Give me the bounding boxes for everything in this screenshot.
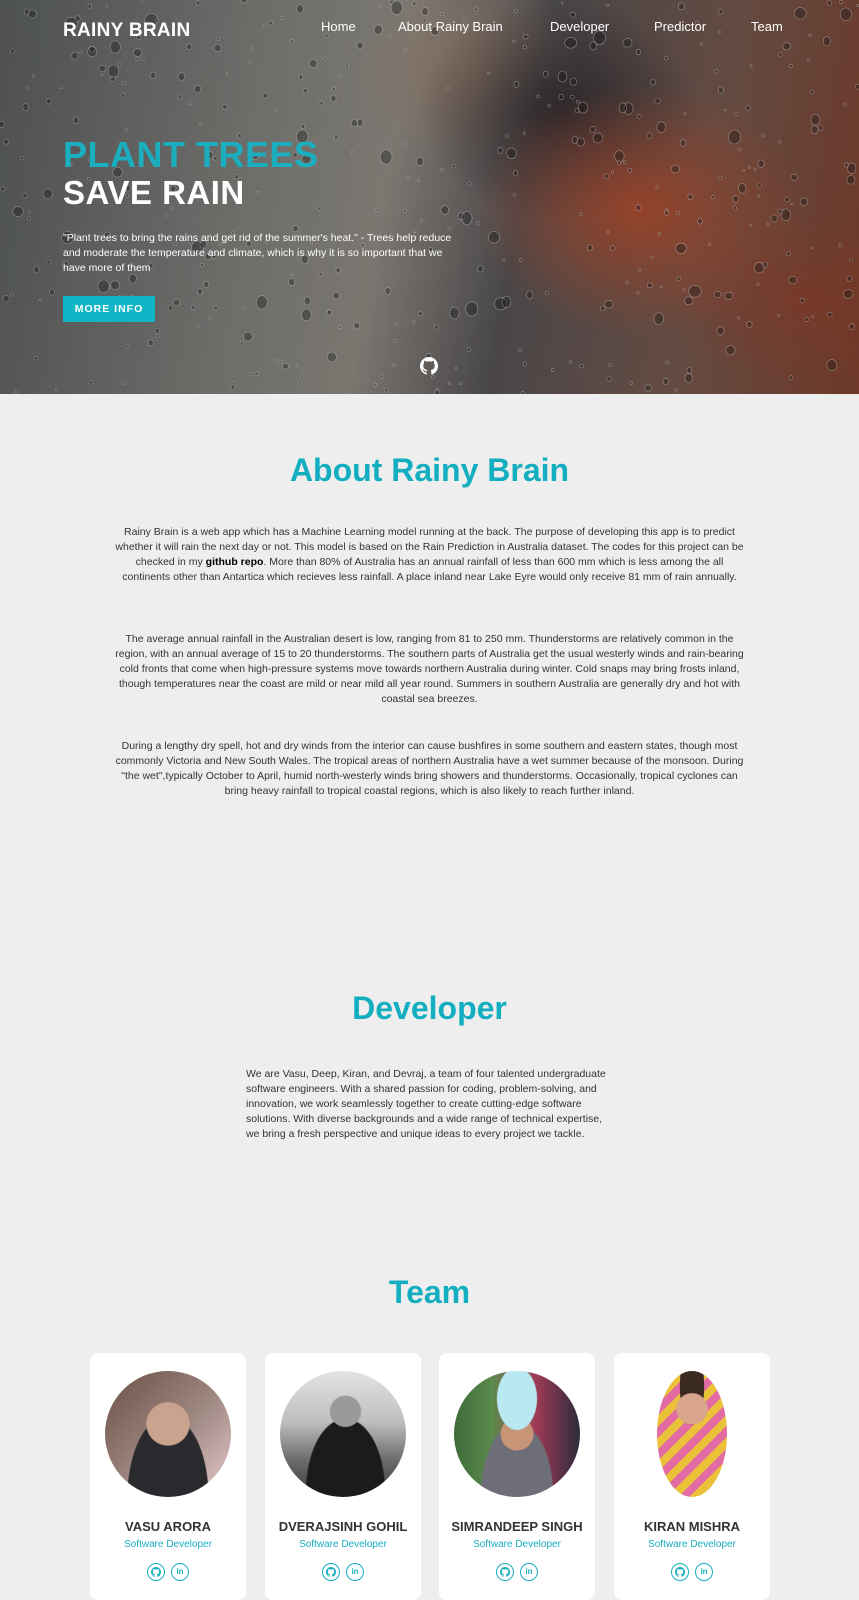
about-paragraph-3: During a lengthy dry spell, hot and dry …: [115, 740, 744, 797]
social-links: in: [265, 1563, 421, 1583]
team-card-vasu: VASU ARORA Software Developer in: [90, 1353, 246, 1600]
linkedin-icon[interactable]: in: [346, 1563, 364, 1581]
github-icon[interactable]: [496, 1563, 514, 1581]
github-repo-link[interactable]: github repo: [206, 556, 264, 568]
nav-about[interactable]: About Rainy Brain: [398, 19, 503, 34]
nav-predictor[interactable]: Predictor: [654, 19, 706, 34]
social-links: in: [614, 1563, 770, 1583]
team-card-kiran: KIRAN MISHRA Software Developer in: [614, 1353, 770, 1600]
about-title: About Rainy Brain: [289, 452, 570, 488]
member-role: Software Developer: [473, 1539, 561, 1550]
member-name: VASU ARORA: [125, 1519, 211, 1534]
nav-developer[interactable]: Developer: [550, 19, 609, 34]
github-icon[interactable]: [671, 1563, 689, 1581]
linkedin-icon[interactable]: in: [695, 1563, 713, 1581]
avatar: [657, 1371, 727, 1497]
social-links: in: [90, 1563, 246, 1583]
hero-headline-primary: PLANT TREES: [63, 134, 319, 175]
more-info-button[interactable]: MORE INFO: [63, 296, 155, 322]
team-title: Team: [388, 1274, 471, 1310]
social-links: in: [439, 1563, 595, 1583]
member-name: KIRAN MISHRA: [643, 1519, 741, 1534]
hero-headline-secondary: SAVE RAIN: [63, 174, 245, 211]
nav-team[interactable]: Team: [751, 19, 783, 34]
about-paragraph-2: The average annual rainfall in the Austr…: [115, 633, 744, 705]
member-role: Software Developer: [299, 1539, 387, 1550]
about-paragraph-1: Rainy Brain is a web app which has a Mac…: [115, 525, 744, 585]
member-name: SIMRANDEEP SINGH: [451, 1519, 583, 1534]
github-icon[interactable]: [147, 1563, 165, 1581]
team-card-dverajsinh: DVERAJSINH GOHIL Software Developer in: [265, 1353, 421, 1600]
developer-title: Developer: [352, 990, 507, 1026]
member-role: Software Developer: [648, 1539, 736, 1550]
linkedin-icon[interactable]: in: [171, 1563, 189, 1581]
team-card-simrandeep: SIMRANDEEP SINGH Software Developer in: [439, 1353, 595, 1600]
github-icon[interactable]: [322, 1563, 340, 1581]
linkedin-icon[interactable]: in: [520, 1563, 538, 1581]
developer-description: We are Vasu, Deep, Kiran, and Devraj, a …: [246, 1068, 606, 1140]
main-nav: Home About Rainy Brain Developer Predict…: [0, 19, 859, 41]
member-role: Software Developer: [124, 1539, 212, 1550]
member-name: DVERAJSINH GOHIL: [278, 1519, 408, 1534]
avatar: [454, 1371, 580, 1497]
avatar: [105, 1371, 231, 1497]
github-icon[interactable]: [420, 357, 438, 375]
avatar: [280, 1371, 406, 1497]
hero-quote: "Plant trees to bring the rains and get …: [63, 232, 452, 274]
hero-section: RAINY BRAIN Home About Rainy Brain Devel…: [0, 0, 859, 394]
nav-home[interactable]: Home: [321, 19, 356, 34]
